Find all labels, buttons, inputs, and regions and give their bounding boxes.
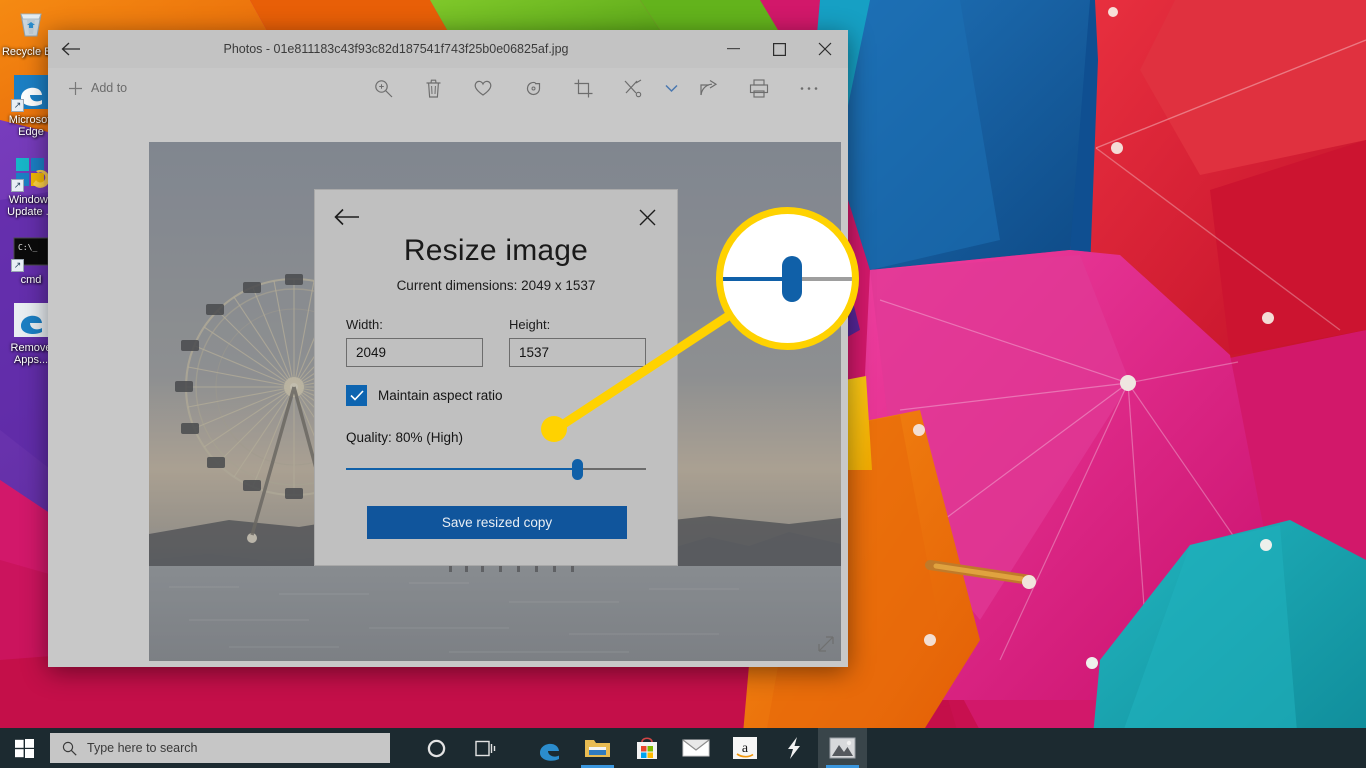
search-input[interactable]: Type here to search [50, 733, 390, 763]
taskbar[interactable]: Type here to search a [0, 728, 1366, 768]
svg-text:a: a [741, 741, 748, 756]
task-view-icon [475, 740, 496, 756]
taskbar-app-photos[interactable] [818, 728, 867, 768]
callout-magnifier-circle [716, 207, 859, 350]
taskbar-app-edge[interactable] [524, 728, 573, 768]
desktop[interactable]: Recycle Bin ↗ Microsoft Edge ↗ Windows U… [0, 0, 1366, 768]
magnified-slider-fill [723, 277, 791, 281]
cortana-button[interactable] [412, 728, 460, 768]
edge-taskbar-icon [539, 743, 559, 761]
photos-taskbar-icon [829, 737, 856, 759]
microsoft-store-taskbar-icon [636, 737, 657, 759]
taskbar-app-lightning[interactable] [769, 728, 818, 768]
search-placeholder: Type here to search [87, 741, 198, 755]
cortana-circle-icon [427, 739, 445, 757]
magnified-slider-thumb [782, 256, 802, 302]
task-view-button[interactable] [462, 728, 510, 768]
callout-pointer-line [541, 300, 750, 442]
windows-start-icon [14, 738, 34, 758]
mail-taskbar-icon [682, 739, 709, 757]
amazon-taskbar-icon: a [732, 737, 757, 759]
taskbar-app-list: a [524, 728, 867, 768]
taskbar-app-amazon[interactable]: a [720, 728, 769, 768]
taskbar-app-file-explorer[interactable] [573, 728, 622, 768]
taskbar-app-mail[interactable] [671, 728, 720, 768]
start-button[interactable] [0, 728, 48, 768]
taskbar-app-microsoft-store[interactable] [622, 728, 671, 768]
search-icon [62, 741, 77, 756]
lightning-taskbar-icon [787, 737, 800, 759]
file-explorer-taskbar-icon [585, 740, 610, 757]
